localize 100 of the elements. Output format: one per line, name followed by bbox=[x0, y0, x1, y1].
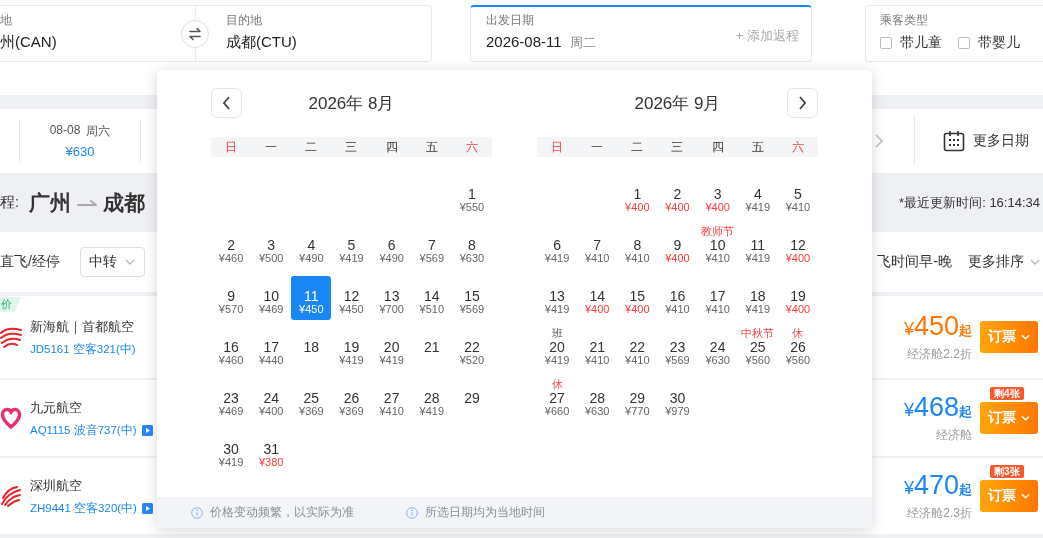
weekday-label: 二 bbox=[305, 139, 318, 156]
weekday-label: 三 bbox=[345, 139, 358, 156]
date-cell[interactable]: 14 ¥400 bbox=[577, 276, 618, 320]
date-cell[interactable]: 1 ¥550 bbox=[451, 174, 492, 218]
date-cell[interactable]: 19 ¥400 bbox=[777, 276, 818, 320]
chevron-left-icon bbox=[222, 96, 231, 110]
weekday-label: 日 bbox=[225, 139, 238, 156]
date-cell[interactable]: 4 ¥419 bbox=[737, 174, 778, 218]
date-cell[interactable]: 26 ¥369 bbox=[331, 378, 372, 422]
play-icon[interactable] bbox=[141, 424, 153, 436]
date-cell[interactable]: 12 ¥400 bbox=[777, 225, 818, 269]
date-cell[interactable]: 3 ¥400 bbox=[697, 174, 738, 218]
date-cell[interactable]: 21 bbox=[411, 327, 452, 371]
date-cell[interactable]: 7 ¥410 bbox=[577, 225, 618, 269]
flight-number[interactable]: ZH9441 空客320(中) bbox=[30, 500, 137, 516]
chevron-right-icon bbox=[798, 96, 807, 110]
date-cell[interactable]: 24 ¥630 bbox=[697, 327, 738, 371]
destination-value[interactable]: 成都(CTU) bbox=[226, 32, 297, 52]
calendar-icon bbox=[943, 130, 965, 152]
date-cell[interactable]: 13 ¥700 bbox=[371, 276, 412, 320]
date-cell[interactable]: 22 ¥410 bbox=[617, 327, 658, 371]
bird-logo-icon bbox=[0, 484, 22, 508]
date-cell[interactable]: 休 27 ¥660 bbox=[537, 378, 578, 422]
route-label: 程: bbox=[0, 193, 20, 212]
date-cell[interactable]: 18 ¥419 bbox=[737, 276, 778, 320]
swap-icon[interactable] bbox=[181, 20, 209, 48]
date-cell[interactable]: 6 ¥419 bbox=[537, 225, 578, 269]
date-cell[interactable]: 8 ¥630 bbox=[451, 225, 492, 269]
date-cell[interactable]: 4 ¥490 bbox=[291, 225, 332, 269]
city-name: 广州 bbox=[29, 189, 72, 216]
date-cell[interactable]: 27 ¥410 bbox=[371, 378, 412, 422]
date-cell[interactable]: 中秋节 25 ¥560 bbox=[737, 327, 778, 371]
seats-left-label: 剩3张 bbox=[990, 465, 1024, 478]
date-cell[interactable]: 9 ¥400 bbox=[657, 225, 698, 269]
date-cell[interactable]: 24 ¥400 bbox=[251, 378, 292, 422]
date-cell[interactable]: 29 ¥770 bbox=[617, 378, 658, 422]
swirl-logo-icon bbox=[0, 325, 22, 349]
date-cell[interactable]: 2 ¥460 bbox=[211, 225, 252, 269]
deal-label: 价 bbox=[0, 297, 21, 312]
date-cell[interactable]: 10 ¥469 bbox=[251, 276, 292, 320]
date-cell[interactable]: 21 ¥410 bbox=[577, 327, 618, 371]
transfer-dropdown[interactable]: 中转 bbox=[79, 247, 145, 277]
prev-month-button[interactable] bbox=[211, 88, 242, 118]
date-cell[interactable]: 31 ¥380 bbox=[251, 429, 292, 473]
date-cell[interactable]: 30 ¥419 bbox=[211, 429, 252, 473]
weekday-label: 四 bbox=[385, 139, 398, 156]
date-cell[interactable]: 22 ¥520 bbox=[451, 327, 492, 371]
date-cell[interactable]: 30 ¥979 bbox=[657, 378, 698, 422]
date-cell[interactable]: 7 ¥569 bbox=[411, 225, 452, 269]
date-cell[interactable]: 18 bbox=[291, 327, 332, 371]
date-cell[interactable]: 1 ¥400 bbox=[617, 174, 658, 218]
date-cell[interactable]: 17 ¥440 bbox=[251, 327, 292, 371]
date-cell[interactable]: 15 ¥400 bbox=[617, 276, 658, 320]
date-cell[interactable]: 2 ¥400 bbox=[657, 174, 698, 218]
checkbox[interactable] bbox=[880, 37, 892, 49]
date-cell[interactable]: 17 ¥410 bbox=[697, 276, 738, 320]
date-cell[interactable]: 20 ¥419 bbox=[371, 327, 412, 371]
flight-number[interactable]: JD5161 空客321(中) bbox=[30, 341, 136, 357]
date-cell[interactable]: 15 ¥569 bbox=[451, 276, 492, 320]
date-cell[interactable]: 23 ¥469 bbox=[211, 378, 252, 422]
date-cell[interactable]: 19 ¥419 bbox=[331, 327, 372, 371]
date-cell[interactable]: 6 ¥490 bbox=[371, 225, 412, 269]
date-tab[interactable]: 08-08 周六 ¥630 bbox=[20, 109, 140, 173]
stops-filter[interactable]: 直飞/经停 bbox=[0, 253, 60, 271]
checkbox[interactable] bbox=[958, 37, 970, 49]
more-sort-dropdown[interactable]: 更多排序 bbox=[968, 253, 1040, 271]
date-cell[interactable]: 13 ¥419 bbox=[537, 276, 578, 320]
date-cell[interactable]: 9 ¥570 bbox=[211, 276, 252, 320]
date-cell[interactable]: 23 ¥569 bbox=[657, 327, 698, 371]
play-icon[interactable] bbox=[141, 502, 153, 514]
date-cell[interactable]: 16 ¥460 bbox=[211, 327, 252, 371]
date-cell[interactable]: 教师节 10 ¥410 bbox=[697, 225, 738, 269]
next-month-button[interactable] bbox=[787, 88, 818, 118]
more-dates-button[interactable]: 更多日期 bbox=[943, 130, 1029, 152]
date-cell[interactable]: 11 ¥450 bbox=[291, 276, 332, 320]
chevron-right-icon[interactable] bbox=[874, 133, 884, 149]
checkbox-label[interactable]: 带婴儿 bbox=[978, 34, 1020, 52]
origin-value[interactable]: 州(CAN) bbox=[0, 32, 57, 52]
date-cell[interactable]: 14 ¥510 bbox=[411, 276, 452, 320]
weekday-label: 四 bbox=[711, 139, 724, 156]
date-cell[interactable]: 28 ¥630 bbox=[577, 378, 618, 422]
date-cell[interactable]: 5 ¥419 bbox=[331, 225, 372, 269]
update-time: *最近更新时间: 16:14:34 bbox=[899, 193, 1040, 212]
date-cell[interactable]: 12 ¥450 bbox=[331, 276, 372, 320]
field-label: 乘客类型 bbox=[880, 13, 928, 27]
date-cell[interactable]: 班 20 ¥419 bbox=[537, 327, 578, 371]
date-cell[interactable]: 11 ¥419 bbox=[737, 225, 778, 269]
date-cell[interactable]: 8 ¥410 bbox=[617, 225, 658, 269]
date-cell[interactable]: 3 ¥500 bbox=[251, 225, 292, 269]
flight-number[interactable]: AQ1115 波音737(中) bbox=[30, 422, 137, 438]
date-cell[interactable]: 休 26 ¥560 bbox=[777, 327, 818, 371]
sort-option[interactable]: 飞时间早-晚 bbox=[877, 253, 952, 271]
date-cell[interactable]: 28 ¥419 bbox=[411, 378, 452, 422]
date-cell[interactable]: 5 ¥410 bbox=[777, 174, 818, 218]
date-cell[interactable]: 29 bbox=[451, 378, 492, 422]
departure-date-field[interactable]: 出发日期 2026-08-11 周二 + 添加返程 bbox=[470, 5, 812, 62]
chevron-down-icon bbox=[1021, 415, 1030, 421]
date-cell[interactable]: 16 ¥410 bbox=[657, 276, 698, 320]
checkbox-label[interactable]: 带儿童 bbox=[900, 34, 942, 52]
date-cell[interactable]: 25 ¥369 bbox=[291, 378, 332, 422]
